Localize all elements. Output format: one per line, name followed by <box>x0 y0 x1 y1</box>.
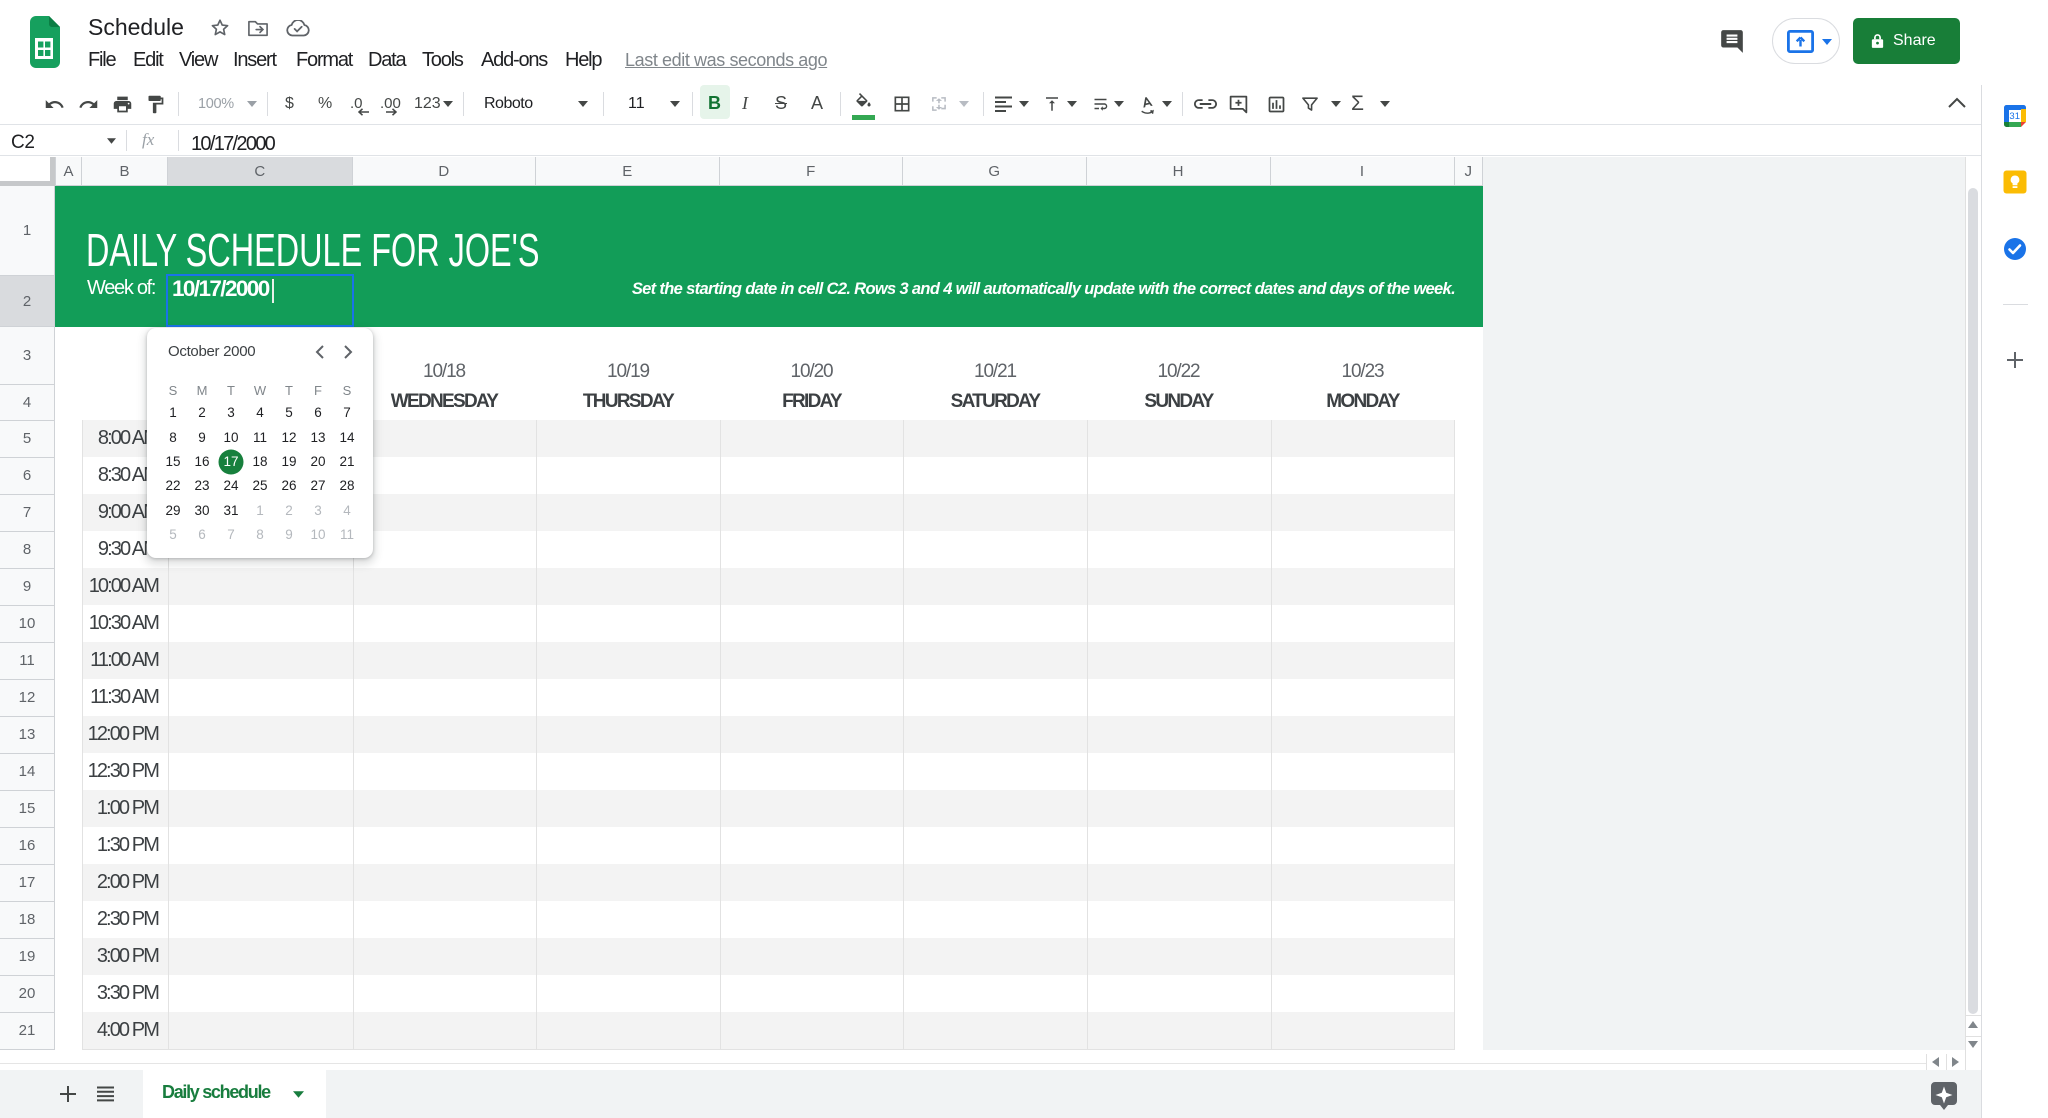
svg-text:31: 31 <box>2009 111 2020 122</box>
